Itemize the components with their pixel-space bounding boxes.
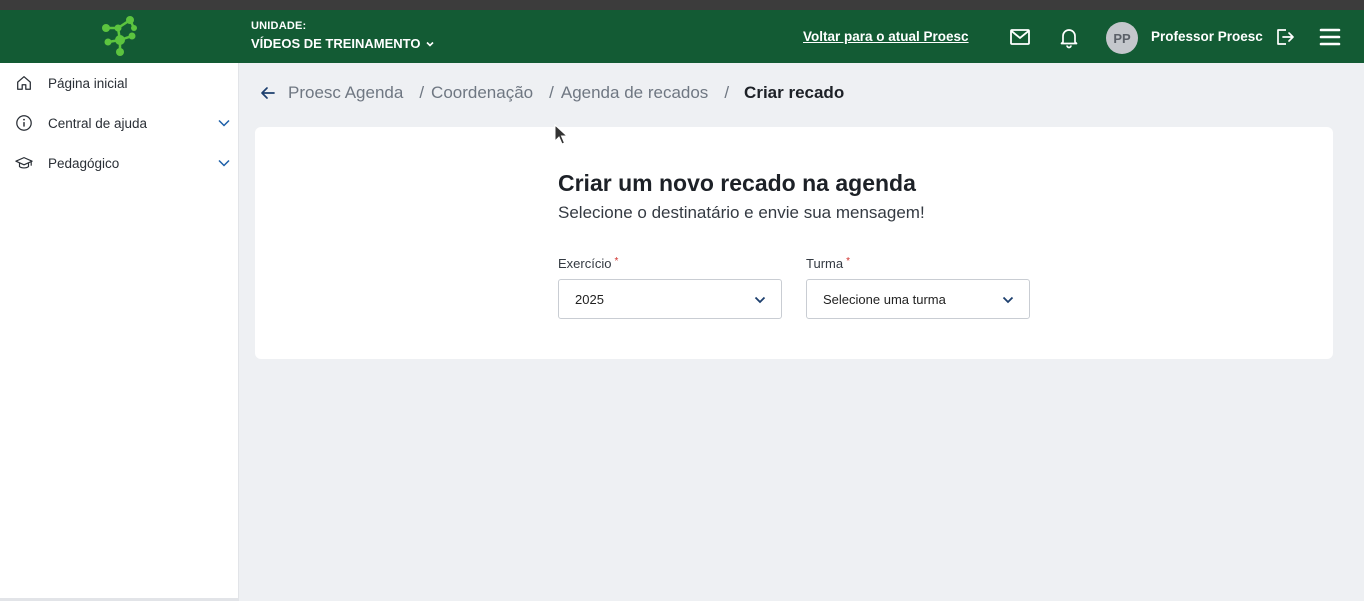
proesc-logo[interactable] xyxy=(98,14,142,58)
exercicio-label-text: Exercício xyxy=(558,256,612,271)
exercicio-label: Exercício * xyxy=(558,256,618,271)
sidebar-item-label: Página inicial xyxy=(48,75,128,91)
required-mark: * xyxy=(846,256,850,267)
back-to-proesc-link[interactable]: Voltar para o atual Proesc xyxy=(803,29,969,44)
turma-label: Turma * xyxy=(806,256,850,271)
top-header: UNIDADE: VÍDEOS DE TREINAMENTO Voltar pa… xyxy=(0,10,1364,63)
sidebar-item-label: Central de ajuda xyxy=(48,115,148,131)
graduation-cap-icon xyxy=(14,153,34,173)
breadcrumb-item-proesc-agenda[interactable]: Proesc Agenda xyxy=(288,83,403,103)
exercicio-value: 2025 xyxy=(575,291,604,307)
breadcrumb: Proesc Agenda / Coordenação / Agenda de … xyxy=(259,82,844,104)
turma-select[interactable]: Selecione uma turma xyxy=(806,279,1030,319)
chevron-down-icon[interactable] xyxy=(217,156,231,170)
turma-value: Selecione uma turma xyxy=(823,291,946,307)
mouse-cursor-icon xyxy=(554,124,568,145)
page-subtitle: Selecione o destinatário e envie sua men… xyxy=(558,203,925,222)
exercicio-select[interactable]: 2025 xyxy=(558,279,782,319)
chevron-down-icon xyxy=(1002,296,1014,304)
avatar[interactable]: PP xyxy=(1106,22,1138,54)
breadcrumb-separator: / xyxy=(419,83,425,102)
chevron-down-icon xyxy=(425,41,434,47)
unit-label: UNIDADE: xyxy=(251,20,307,32)
arrow-left-icon[interactable] xyxy=(259,84,277,102)
breadcrumb-item-agenda-de-recados[interactable]: Agenda de recados xyxy=(561,83,708,103)
sidebar: Página inicial Central de ajuda Pedagógi… xyxy=(0,63,239,601)
unit-name: VÍDEOS DE TREINAMENTO xyxy=(251,36,421,51)
breadcrumb-separator: / xyxy=(549,83,554,102)
home-icon xyxy=(14,73,34,93)
info-icon xyxy=(14,113,34,133)
sidebar-item-home[interactable]: Página inicial xyxy=(0,63,239,103)
form-card: Criar um novo recado na agenda Selecione… xyxy=(255,127,1333,359)
breadcrumb-item-coordenacao[interactable]: Coordenação xyxy=(431,83,533,103)
chevron-down-icon[interactable] xyxy=(217,116,231,130)
mail-icon[interactable] xyxy=(1007,24,1033,50)
turma-label-text: Turma xyxy=(806,256,844,271)
required-mark: * xyxy=(614,256,619,267)
page-title: Criar um novo recado na agenda xyxy=(558,170,916,196)
chevron-down-icon xyxy=(754,296,766,304)
user-name[interactable]: Professor Proesc xyxy=(1151,29,1263,44)
menu-icon[interactable] xyxy=(1317,24,1343,50)
unit-name-dropdown[interactable]: VÍDEOS DE TREINAMENTO xyxy=(251,36,435,51)
breadcrumb-separator: / xyxy=(724,83,730,102)
breadcrumb-current: Criar recado xyxy=(744,83,845,102)
browser-top-strip xyxy=(0,0,1364,10)
unit-selector[interactable]: UNIDADE: VÍDEOS DE TREINAMENTO xyxy=(251,20,435,51)
bell-icon[interactable] xyxy=(1056,24,1082,50)
sidebar-item-help[interactable]: Central de ajuda xyxy=(0,103,239,143)
sidebar-item-label: Pedagógico xyxy=(48,155,120,171)
sidebar-item-pedagogico[interactable]: Pedagógico xyxy=(0,143,239,183)
logout-icon[interactable] xyxy=(1272,24,1298,50)
